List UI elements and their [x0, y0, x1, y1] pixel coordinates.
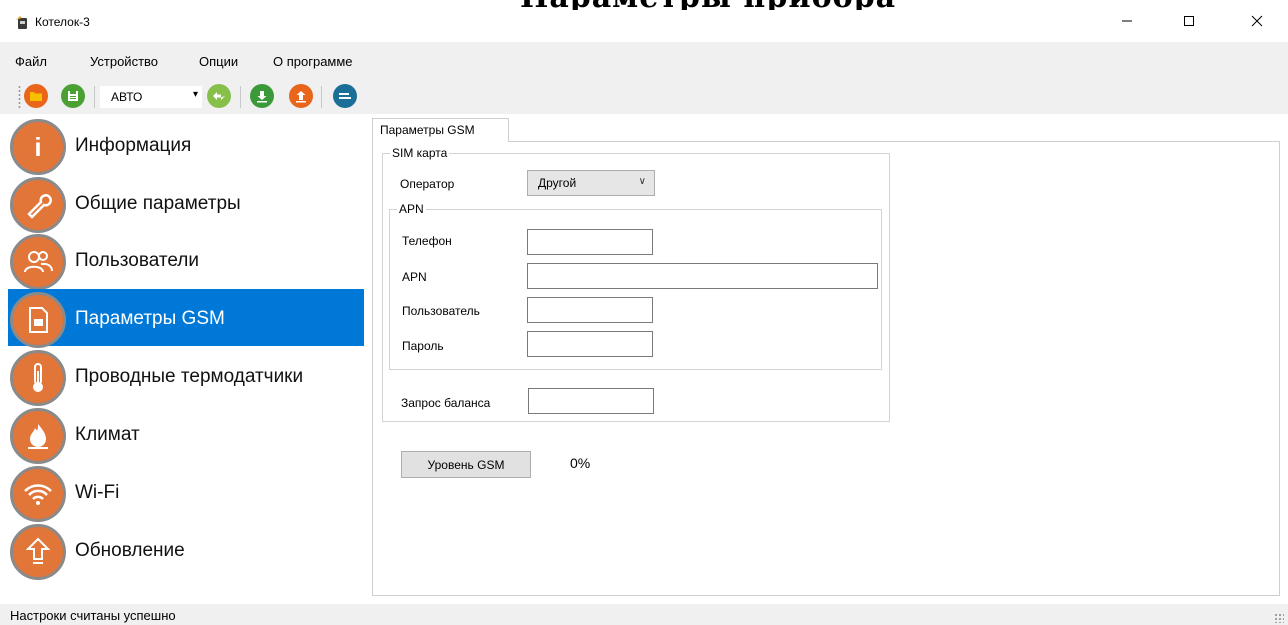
wrench-icon	[10, 177, 66, 233]
update-arrow-icon	[10, 524, 66, 580]
tab-gsm-params[interactable]: Параметры GSM	[372, 118, 509, 142]
resize-grip-icon[interactable]	[1274, 613, 1284, 623]
sidebar-item-gsm[interactable]: Параметры GSM	[8, 289, 364, 348]
sidebar: i Информация Общие параметры Пользовател…	[8, 114, 364, 596]
sim-card-icon	[10, 292, 66, 348]
menu-device[interactable]: Устройство	[90, 54, 158, 69]
chevron-down-icon: ∨	[638, 176, 646, 187]
window-title: Котелок-3	[35, 15, 90, 29]
gsm-level-button[interactable]: Уровень GSM	[401, 451, 531, 478]
user-input[interactable]	[527, 297, 653, 323]
toolbar: АВТО ▾	[0, 80, 1288, 114]
close-button[interactable]	[1234, 0, 1280, 42]
user-label: Пользователь	[402, 304, 480, 318]
gsm-level-value: 0%	[570, 455, 591, 471]
apn-label: APN	[402, 270, 427, 284]
mode-value: АВТО	[111, 90, 143, 104]
title-bar: Котелок-3 Параметры прибора	[0, 0, 1288, 42]
toolbar-separator	[240, 86, 241, 108]
sidebar-item-update[interactable]: Обновление	[8, 521, 364, 580]
phone-input[interactable]	[527, 229, 653, 255]
download-icon[interactable]	[250, 84, 274, 108]
toolbar-separator	[94, 86, 95, 108]
sidebar-item-thermo[interactable]: Проводные термодатчики	[8, 347, 364, 406]
overlay-title: Параметры прибора	[520, 0, 1050, 10]
balance-label: Запрос баланса	[401, 396, 491, 410]
sim-card-group-title: SIM карта	[392, 146, 448, 160]
mode-combo[interactable]: АВТО ▾	[100, 86, 202, 108]
apn-input[interactable]	[527, 263, 878, 289]
upload-icon[interactable]	[289, 84, 313, 108]
thermometer-icon	[10, 350, 66, 406]
maximize-button[interactable]	[1166, 0, 1212, 42]
chevron-down-icon: ▾	[193, 89, 199, 100]
apn-group-title: APN	[399, 202, 424, 216]
operator-value: Другой	[538, 176, 577, 190]
password-input[interactable]	[527, 331, 653, 357]
maximize-icon	[1184, 16, 1194, 26]
sidebar-item-label: Климат	[75, 424, 140, 445]
sidebar-item-label: Пользователи	[75, 250, 200, 271]
sidebar-item-info[interactable]: i Информация	[8, 116, 364, 175]
sync-icon[interactable]	[333, 84, 357, 108]
users-icon	[10, 234, 66, 290]
connect-icon[interactable]	[207, 84, 231, 108]
sidebar-item-users[interactable]: Пользователи	[8, 231, 364, 290]
balance-input[interactable]	[528, 388, 654, 414]
sidebar-item-label: Wi-Fi	[75, 482, 120, 503]
sidebar-item-climate[interactable]: Климат	[8, 405, 364, 464]
boiler-icon	[16, 16, 27, 29]
status-text: Настроки считаны успешно	[10, 608, 176, 623]
wifi-icon	[10, 466, 66, 522]
open-folder-icon[interactable]	[24, 84, 48, 108]
operator-label: Оператор	[400, 177, 455, 191]
sidebar-item-label: Параметры GSM	[75, 308, 225, 329]
info-icon: i	[10, 119, 66, 175]
flame-icon	[10, 408, 66, 464]
menu-bar: Файл Устройство Опции О программе	[0, 42, 1288, 80]
save-icon[interactable]	[61, 84, 85, 108]
toolbar-separator	[321, 86, 322, 108]
status-bar: Настроки считаны успешно	[0, 604, 1288, 625]
password-label: Пароль	[402, 339, 444, 353]
sidebar-item-wifi[interactable]: Wi-Fi	[8, 463, 364, 522]
menu-options[interactable]: Опции	[199, 54, 238, 69]
sidebar-item-general[interactable]: Общие параметры	[8, 174, 364, 233]
minimize-button[interactable]	[1104, 0, 1150, 42]
sidebar-item-label: Общие параметры	[75, 193, 241, 214]
toolbar-grip[interactable]	[18, 85, 21, 109]
menu-about[interactable]: О программе	[273, 54, 353, 69]
sidebar-item-label: Проводные термодатчики	[75, 366, 304, 387]
minimize-icon	[1122, 20, 1132, 22]
menu-file[interactable]: Файл	[15, 54, 47, 69]
close-icon	[1251, 15, 1263, 27]
operator-select[interactable]: Другой ∨	[527, 170, 655, 196]
sidebar-item-label: Информация	[75, 135, 192, 156]
sidebar-item-label: Обновление	[75, 540, 185, 561]
phone-label: Телефон	[402, 234, 452, 248]
